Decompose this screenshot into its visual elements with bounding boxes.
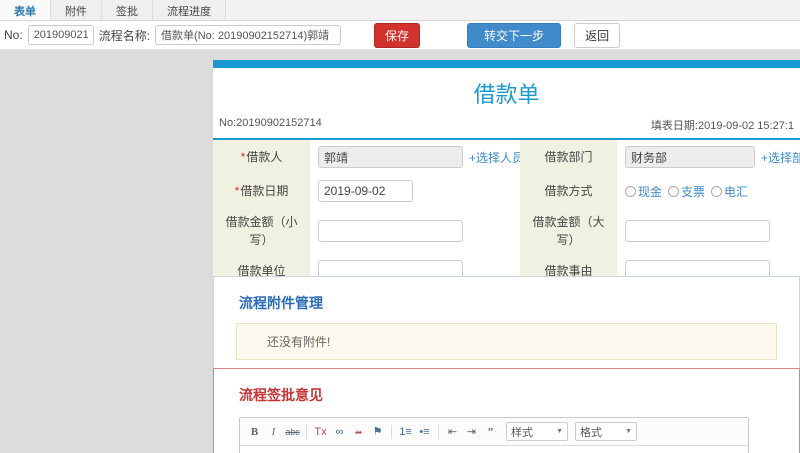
amount-lower-field	[310, 208, 520, 254]
unlink-icon[interactable]: ∞	[350, 423, 367, 440]
borrow-date-field	[310, 174, 520, 208]
amount-upper-input[interactable]	[625, 220, 770, 242]
chevron-down-icon: ▼	[556, 428, 563, 435]
flow-name-label: 流程名称:	[98, 28, 151, 43]
format-select[interactable]: 格式 ▼	[575, 422, 637, 441]
tab-attachments[interactable]: 附件	[51, 0, 102, 20]
strikethrough-icon[interactable]: abc	[284, 423, 301, 440]
department-label: 借款部门	[520, 140, 617, 174]
select-person-link[interactable]: +选择人员	[469, 149, 524, 166]
method-radio-label: 支票	[681, 184, 706, 199]
flow-name-input[interactable]	[155, 25, 342, 45]
link-icon[interactable]: ∞	[331, 423, 348, 440]
method-radio-1[interactable]: 支票	[668, 183, 705, 200]
radio-circle-icon[interactable]	[668, 185, 680, 197]
editor-content-area[interactable]	[240, 446, 748, 453]
bullet-list-icon[interactable]: •≡	[416, 423, 433, 440]
save-button[interactable]: 保存	[374, 22, 421, 48]
no-label: No:	[4, 28, 23, 42]
numbered-list-icon[interactable]: 1≡	[397, 423, 414, 440]
method-radio-2[interactable]: 电汇	[711, 183, 748, 200]
amount-lower-label: 借款金额（小写）	[213, 208, 310, 254]
top-toolbar: No: 流程名称: 保存 转交下一步 返回	[0, 21, 800, 50]
tab-sign[interactable]: 签批	[102, 0, 153, 20]
attachments-heading: 流程附件管理	[239, 295, 323, 311]
borrower-field: +选择人员	[310, 140, 524, 174]
amount-lower-input[interactable]	[318, 220, 463, 242]
chevron-down-icon: ▼	[625, 428, 632, 435]
amount-upper-label: 借款金额（大写）	[520, 208, 617, 254]
editor-toolbar: B Iabc Tx ∞ ∞ ⚑ 1≡ •≡ ⇤ ⇥” 样式 ▼ 格式 ▼	[240, 418, 748, 446]
form-no-text: No:20190902152714	[219, 117, 322, 129]
borrower-label: *借款人	[213, 140, 310, 174]
select-department-link[interactable]: +选择部门	[761, 149, 800, 166]
department-field: +选择部门	[617, 140, 800, 174]
amount-upper-field	[617, 208, 800, 254]
department-input[interactable]	[625, 146, 755, 168]
borrow-date-input[interactable]	[318, 180, 413, 202]
required-asterisk: *	[234, 184, 240, 198]
tab-progress[interactable]: 流程进度	[153, 0, 226, 20]
method-radio-label: 现金	[638, 184, 663, 199]
method-radio-0[interactable]: 现金	[625, 183, 662, 200]
form-title: 借款单	[473, 82, 540, 107]
method-field: 现金 支票 电汇	[617, 174, 800, 208]
rich-text-editor: B Iabc Tx ∞ ∞ ⚑ 1≡ •≡ ⇤ ⇥” 样式 ▼ 格式 ▼	[239, 417, 749, 453]
remove-format-icon[interactable]: Tx	[312, 423, 329, 440]
toolbar-separator	[391, 424, 392, 439]
blockquote-icon[interactable]: ”	[482, 423, 499, 440]
page: 表单附件签批流程进度 No: 流程名称: 保存 转交下一步 返回 借款单 No:…	[0, 0, 800, 453]
required-asterisk: *	[240, 150, 246, 164]
outdent-icon[interactable]: ⇤	[444, 423, 461, 440]
card-top-accent-bar	[213, 60, 800, 68]
tab-bar: 表单 附件 签批 流程进度	[0, 0, 800, 21]
form-meta-row: No:20190902152714 填表日期:2019-09-02 15:27:…	[213, 115, 800, 140]
back-button[interactable]: 返回	[574, 22, 621, 48]
tab-form[interactable]: 表单	[0, 0, 51, 20]
form-date-text: 填表日期:2019-09-02 15:27:1	[650, 120, 794, 132]
italic-icon[interactable]: I	[265, 423, 282, 440]
method-label: 借款方式	[520, 174, 617, 208]
toolbar-separator	[438, 424, 439, 439]
borrower-input[interactable]	[318, 146, 463, 168]
approval-heading: 流程签批意见	[239, 387, 323, 403]
approval-card: 流程签批意见 B Iabc Tx ∞ ∞ ⚑ 1≡ •≡ ⇤ ⇥” 样式 ▼ 格式 ▼	[213, 368, 800, 453]
no-input[interactable]	[27, 25, 94, 45]
method-radio-label: 电汇	[724, 184, 749, 199]
radio-circle-icon[interactable]	[625, 185, 636, 197]
anchor-flag-icon[interactable]: ⚑	[369, 423, 386, 440]
forward-next-step-button[interactable]: 转交下一步	[467, 22, 562, 48]
borrow-date-label: *借款日期	[213, 174, 310, 208]
form-grid: *借款人 +选择人员 借款部门 +选择部门 *借款日期 借款方式 现金支票电汇 …	[213, 140, 800, 288]
styles-select[interactable]: 样式 ▼	[506, 422, 568, 441]
no-attachments-alert: 还没有附件!	[236, 323, 777, 360]
bold-icon[interactable]: B	[246, 423, 263, 440]
loan-form-card: 借款单 No:20190902152714 填表日期:2019-09-02 15…	[213, 60, 800, 291]
toolbar-separator	[306, 424, 307, 439]
radio-circle-icon[interactable]	[711, 185, 723, 197]
indent-icon[interactable]: ⇥	[463, 423, 480, 440]
